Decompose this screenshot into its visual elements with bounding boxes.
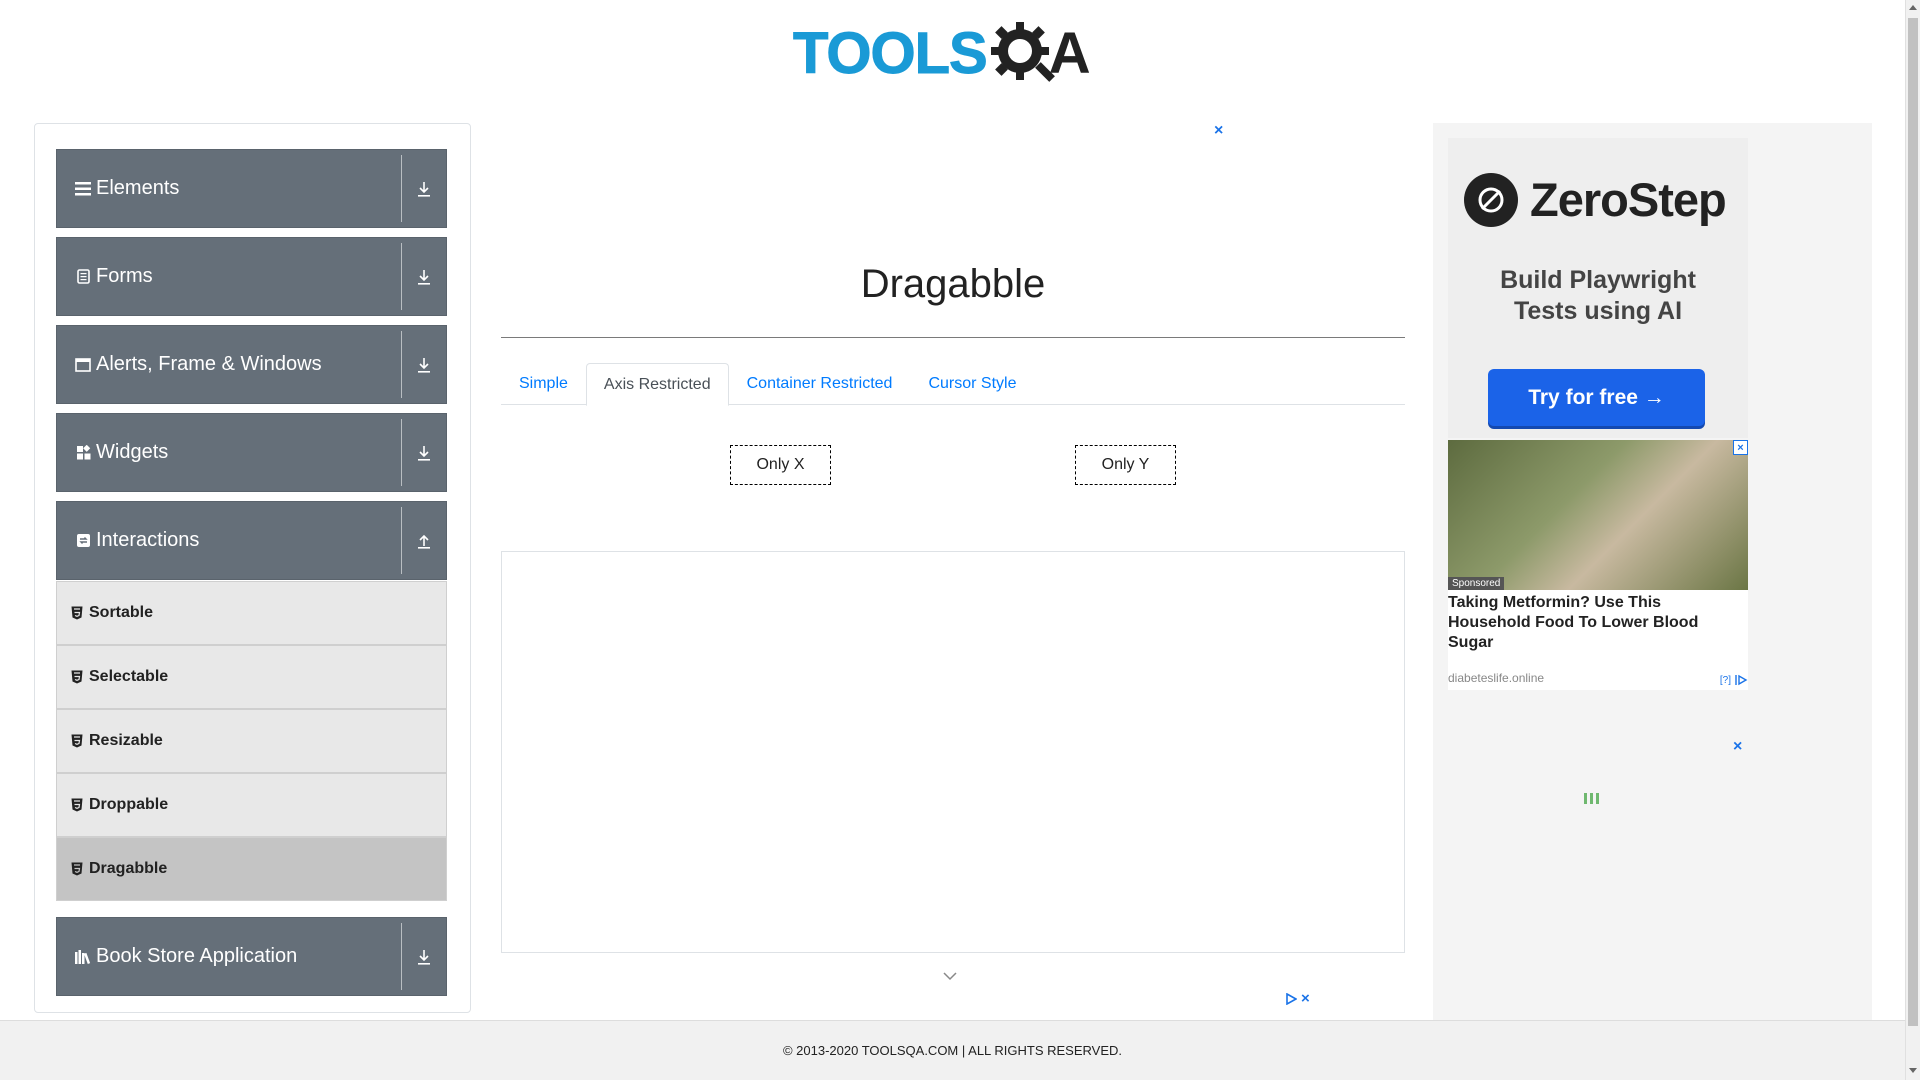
zerostep-name: ZeroStep [1530, 173, 1727, 226]
logo-text-a: A [1048, 20, 1091, 86]
menu-item-droppable[interactable]: Droppable [56, 773, 447, 837]
group-header-interactions[interactable]: Interactions [56, 501, 447, 580]
right-ad-column: ZeroStep Build Playwright Tests using AI… [1433, 123, 1872, 1020]
ad-source[interactable]: diabeteslife.online [1448, 671, 1544, 685]
group-label: Forms [96, 265, 153, 287]
adchoices-icon[interactable] [1734, 674, 1748, 686]
left-panel-menu: Elements Forms Alerts, Frame & Windows W… [34, 123, 471, 1013]
loading-indicator [1584, 793, 1599, 804]
native-ad[interactable]: Sponsored × Taking Metformin? Use This H… [1448, 440, 1748, 690]
ad-close-icon[interactable]: × [1733, 738, 1742, 756]
zerostep-logo: ZeroStep [1464, 172, 1727, 227]
group-label: Book Store Application [96, 945, 298, 967]
page-scrollbar[interactable] [1905, 0, 1920, 1080]
group-label: Widgets [96, 441, 169, 463]
tab-axis-restricted[interactable]: Axis Restricted [585, 363, 729, 406]
group-header-book-store[interactable]: Book Store Application [56, 917, 447, 996]
try-for-free-button[interactable]: Try for free → [1488, 369, 1705, 426]
zerostep-tagline: Build Playwright Tests using AI [1448, 265, 1748, 327]
group-label: Interactions [96, 529, 200, 551]
hamburger-icon [73, 179, 93, 199]
group-label: Elements [96, 177, 180, 199]
html5-icon [71, 606, 83, 620]
menu-item-dragabble[interactable]: Dragabble [56, 837, 447, 901]
ad-info[interactable]: [?] [1720, 674, 1748, 686]
ad-image[interactable] [1448, 440, 1748, 590]
menu-item-sortable[interactable]: Sortable [56, 581, 447, 645]
ad-close-icon[interactable]: × [1733, 440, 1748, 455]
widgets-icon [73, 443, 93, 463]
ad-close-icon[interactable]: × [1214, 122, 1223, 140]
upload-arrow-icon[interactable] [402, 533, 446, 549]
menu-item-label: Selectable [89, 668, 169, 685]
site-header: TOOLS A [0, 0, 1905, 100]
draggable-only-y[interactable]: Only Y [1075, 445, 1176, 485]
menu-item-label: Resizable [89, 732, 163, 749]
html5-icon [71, 862, 83, 876]
menu-item-resizable[interactable]: Resizable [56, 709, 447, 773]
ad-frame [501, 551, 1405, 953]
download-arrow-icon[interactable] [402, 269, 446, 285]
ad-controls: × [1285, 990, 1310, 1007]
group-header-elements[interactable]: Elements [56, 149, 447, 228]
tagline-line-1: Build Playwright [1500, 266, 1696, 294]
menu-item-label: Sortable [89, 604, 154, 621]
tab-bar: Simple Axis Restricted Container Restric… [501, 363, 1405, 406]
books-icon [73, 947, 93, 967]
page-title: Dragabble [860, 262, 1046, 306]
title-divider [501, 337, 1405, 338]
chevron-down-icon[interactable] [942, 970, 958, 982]
copyright-text: © 2013-2020 TOOLSQA.COM | ALL RIGHTS RES… [782, 1043, 1123, 1058]
interactions-submenu: Sortable Selectable Resizable Droppable … [56, 581, 447, 901]
download-arrow-icon[interactable] [402, 949, 446, 965]
site-footer: © 2013-2020 TOOLSQA.COM | ALL RIGHTS RES… [0, 1020, 1905, 1080]
toolsqa-logo[interactable]: TOOLS A [793, 14, 1115, 92]
html5-icon [71, 670, 83, 684]
interactions-icon [73, 531, 93, 551]
ad-info-text[interactable]: [?] [1720, 675, 1731, 686]
menu-item-selectable[interactable]: Selectable [56, 645, 447, 709]
document-icon [73, 267, 93, 287]
group-header-widgets[interactable]: Widgets [56, 413, 447, 492]
adchoices-play-icon[interactable] [1285, 992, 1297, 1005]
html5-icon [71, 734, 83, 748]
logo-text-tools: TOOLS [793, 20, 989, 86]
ad-close-icon[interactable]: × [1301, 990, 1310, 1007]
zerostep-logo-icon [1464, 172, 1518, 227]
menu-item-label: Droppable [89, 796, 169, 813]
group-label: Alerts, Frame & Windows [96, 353, 322, 375]
tab-cursor-style[interactable]: Cursor Style [910, 363, 1034, 405]
scroll-down-arrow-icon[interactable] [1909, 1068, 1917, 1073]
ad-headline[interactable]: Taking Metformin? Use This Household Foo… [1448, 593, 1748, 653]
draggable-only-x[interactable]: Only X [730, 445, 831, 485]
scroll-up-arrow-icon[interactable] [1909, 5, 1917, 10]
tagline-line-2: Tests using AI [1513, 297, 1683, 325]
menu-item-label: Dragabble [89, 860, 168, 877]
window-icon [73, 355, 93, 375]
html5-icon [71, 798, 83, 812]
group-header-alerts[interactable]: Alerts, Frame & Windows [56, 325, 447, 404]
tab-container-restricted[interactable]: Container Restricted [729, 363, 911, 405]
download-arrow-icon[interactable] [402, 181, 446, 197]
sponsored-badge: Sponsored [1448, 577, 1505, 590]
tab-simple[interactable]: Simple [501, 363, 586, 405]
download-arrow-icon[interactable] [402, 445, 446, 461]
zerostep-ad[interactable]: ZeroStep Build Playwright Tests using AI… [1448, 138, 1748, 438]
gear-magnifier-icon [990, 22, 1055, 82]
download-arrow-icon[interactable] [402, 357, 446, 373]
group-header-forms[interactable]: Forms [56, 237, 447, 316]
scroll-thumb[interactable] [1908, 18, 1918, 1026]
